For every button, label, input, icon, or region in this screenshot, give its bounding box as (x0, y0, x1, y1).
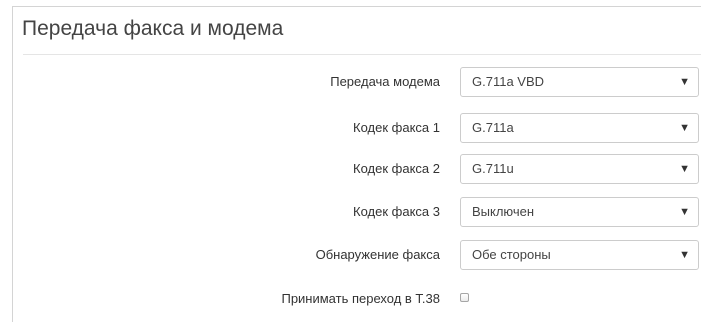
row-fax-codec-3: Кодек факса 3 Выключен ▼ (13, 197, 701, 227)
accept-t38-checkbox[interactable] (460, 293, 469, 302)
modem-transfer-label: Передача модема (330, 74, 440, 89)
modem-transfer-select[interactable]: G.711a VBD ▼ (460, 67, 699, 97)
row-fax-detection: Обнаружение факса Обе стороны ▼ (13, 240, 701, 270)
fax-modem-panel: Передача факса и модема Передача модема … (12, 6, 701, 322)
fax-codec-1-select[interactable]: G.711a ▼ (460, 113, 699, 143)
fax-detection-label: Обнаружение факса (315, 247, 440, 262)
fax-codec-2-value: G.711u (472, 161, 514, 176)
chevron-down-icon: ▼ (679, 163, 690, 175)
row-fax-codec-1: Кодек факса 1 G.711a ▼ (13, 113, 701, 143)
row-fax-codec-2: Кодек факса 2 G.711u ▼ (13, 154, 701, 184)
fax-codec-3-value: Выключен (472, 204, 535, 219)
fax-codec-3-label: Кодек факса 3 (353, 204, 440, 219)
fax-codec-2-label: Кодек факса 2 (353, 161, 440, 176)
fax-codec-1-label: Кодек факса 1 (353, 120, 440, 135)
row-accept-t38: Принимать переход в T.38 (13, 284, 701, 314)
chevron-down-icon: ▼ (679, 206, 690, 218)
fax-codec-3-select[interactable]: Выключен ▼ (460, 197, 699, 227)
title-divider (23, 54, 701, 55)
fax-codec-2-select[interactable]: G.711u ▼ (460, 154, 699, 184)
modem-transfer-value: G.711a VBD (472, 74, 545, 89)
fax-detection-value: Обе стороны (472, 247, 551, 262)
fax-codec-1-value: G.711a (472, 120, 514, 135)
chevron-down-icon: ▼ (679, 122, 690, 134)
chevron-down-icon: ▼ (679, 76, 690, 88)
accept-t38-label: Принимать переход в T.38 (281, 291, 440, 306)
fax-detection-select[interactable]: Обе стороны ▼ (460, 240, 699, 270)
row-modem-transfer: Передача модема G.711a VBD ▼ (13, 67, 701, 97)
chevron-down-icon: ▼ (679, 249, 690, 261)
panel-title: Передача факса и модема (22, 17, 284, 40)
